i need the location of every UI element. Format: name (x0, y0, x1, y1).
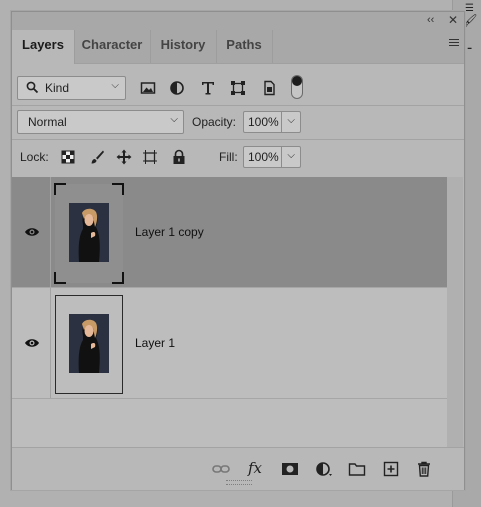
fill-label: Fill: (219, 150, 238, 164)
eye-icon[interactable] (24, 338, 40, 348)
kind-label: Kind (45, 81, 70, 95)
type-filter-icon[interactable] (200, 80, 216, 96)
divider (12, 139, 464, 140)
tab-character[interactable]: Character (74, 30, 151, 63)
delete-icon[interactable] (415, 461, 433, 477)
fill-field[interactable]: 100% ⌵ (243, 146, 301, 168)
chevron-down-icon: ⌵ (170, 114, 178, 125)
tab-paths[interactable]: Paths (216, 30, 273, 63)
filter-toggle[interactable] (291, 75, 303, 99)
panel-menu-icon[interactable] (449, 39, 459, 49)
resize-grip[interactable] (226, 480, 252, 485)
smart-object-filter-icon[interactable] (261, 80, 277, 96)
layer-name[interactable]: Layer 1 (135, 336, 175, 350)
shape-filter-icon[interactable] (230, 80, 246, 96)
link-layers-icon[interactable] (212, 461, 230, 477)
visibility-toggle[interactable] (12, 177, 51, 287)
tab-layers[interactable]: Layers (12, 30, 75, 64)
lock-label: Lock: (20, 150, 49, 164)
layer-row[interactable]: Layer 1 copy (12, 177, 447, 288)
portrait-photo (69, 314, 109, 373)
adjustment-layer-icon[interactable] (315, 461, 333, 477)
close-icon[interactable]: ✕ (448, 13, 458, 27)
opacity-label: Opacity: (192, 115, 237, 129)
layer-thumbnail[interactable] (55, 295, 123, 394)
layer-name[interactable]: Layer 1 copy (135, 225, 204, 239)
layer-thumbnail[interactable] (54, 183, 124, 284)
fill-value[interactable]: 100% (248, 150, 279, 164)
lock-position-icon[interactable] (116, 149, 132, 165)
layer-row[interactable]: Layer 1 (12, 288, 447, 399)
eye-icon[interactable] (24, 227, 40, 237)
scrollbar[interactable] (447, 177, 463, 447)
visibility-toggle[interactable] (12, 288, 51, 398)
image-filter-icon[interactable] (140, 80, 156, 96)
chevron-down-icon[interactable]: ⌵ (287, 115, 295, 126)
collapse-icon[interactable]: ‹‹ (427, 14, 434, 26)
lock-all-icon[interactable] (171, 149, 187, 165)
tab-history[interactable]: History (150, 30, 217, 63)
adjustment-filter-icon[interactable] (169, 80, 185, 96)
add-mask-icon[interactable] (281, 461, 299, 477)
layers-list: Layer 1 copy Layer 1 (12, 177, 447, 447)
divider (12, 105, 464, 106)
search-icon (26, 81, 39, 94)
layers-panel: ‹‹ ✕ Layers Character History Paths Kind… (11, 11, 465, 490)
panel-tabs: Layers Character History Paths (12, 30, 464, 64)
panel-titlebar[interactable]: ‹‹ ✕ (12, 12, 464, 30)
lock-image-pixels-icon[interactable] (89, 149, 105, 165)
blend-mode-dropdown[interactable]: Normal ⌵ (17, 110, 184, 134)
opacity-value[interactable]: 100% (248, 115, 279, 129)
portrait-photo (69, 203, 109, 262)
lock-transparent-pixels-icon[interactable] (60, 149, 76, 165)
kind-filter-dropdown[interactable]: Kind ⌵ (17, 76, 126, 100)
lock-artboard-icon[interactable] (142, 149, 158, 165)
chevron-down-icon: ⌵ (111, 80, 119, 91)
new-layer-icon[interactable] (382, 461, 400, 477)
fx-icon[interactable]: fx (248, 459, 270, 477)
chevron-down-icon[interactable]: ⌵ (287, 150, 295, 161)
blend-mode-value: Normal (28, 115, 67, 129)
new-group-icon[interactable] (348, 461, 366, 477)
opacity-field[interactable]: 100% ⌵ (243, 111, 301, 133)
